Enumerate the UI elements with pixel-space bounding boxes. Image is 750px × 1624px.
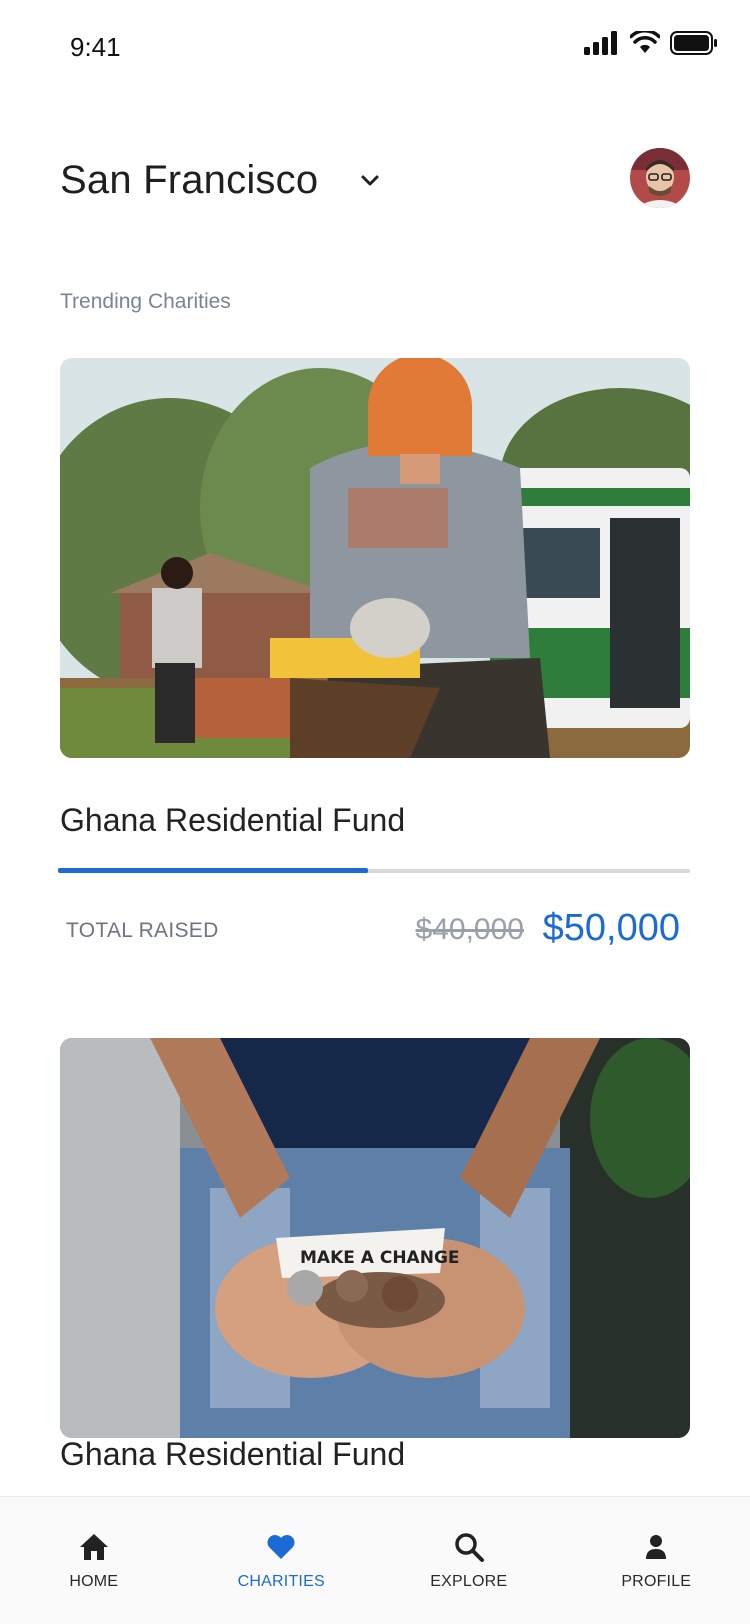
city-selector[interactable]: San Francisco — [60, 158, 382, 203]
total-raised-label: TOTAL RAISED — [66, 919, 219, 942]
person-icon — [646, 1534, 667, 1559]
home-icon — [79, 1533, 108, 1560]
status-time: 9:41 — [70, 32, 121, 62]
battery-icon — [670, 31, 717, 55]
charity-image: MAKE A CHANGE — [60, 1038, 690, 1438]
section-title: Trending Charities — [60, 290, 231, 313]
tab-label: EXPLORE — [430, 1572, 508, 1590]
tab-explore[interactable]: EXPLORE — [375, 1497, 563, 1624]
tab-label: PROFILE — [621, 1572, 692, 1590]
heart-icon — [267, 1534, 295, 1559]
city-name: San Francisco — [60, 158, 319, 202]
old-goal-amount: $40,000 — [415, 913, 524, 946]
status-bar: 9:41 — [0, 0, 750, 90]
avatar[interactable] — [630, 148, 690, 208]
tab-bar: HOME CHARITIES EXPLORE PROFILE — [0, 1496, 750, 1624]
charity-card[interactable]: MAKE A CHANGE — [60, 1038, 690, 1438]
tab-home[interactable]: HOME — [0, 1497, 188, 1624]
charity-title: Ghana Residential Fund — [60, 802, 406, 838]
raised-row: TOTAL RAISED $40,000 $50,000 — [60, 873, 690, 963]
wifi-icon — [630, 31, 660, 53]
tab-label: HOME — [69, 1572, 119, 1590]
tab-profile[interactable]: PROFILE — [563, 1497, 750, 1624]
header: San Francisco — [60, 140, 690, 220]
charity-image — [60, 358, 690, 758]
status-icons — [584, 30, 718, 56]
charity-title: Ghana Residential Fund — [60, 1436, 406, 1472]
tab-charities[interactable]: CHARITIES — [188, 1497, 376, 1624]
svg-text:MAKE A CHANGE: MAKE A CHANGE — [300, 1248, 460, 1268]
raised-amount: $50,000 — [542, 907, 680, 949]
signal-icon — [584, 31, 617, 55]
chevron-down-icon — [361, 175, 379, 185]
avatar-image — [630, 148, 690, 208]
tab-label: CHARITIES — [237, 1572, 325, 1590]
search-icon — [455, 1532, 484, 1562]
charity-card[interactable]: Ghana Residential Fund TOTAL RAISED $40,… — [58, 358, 690, 963]
